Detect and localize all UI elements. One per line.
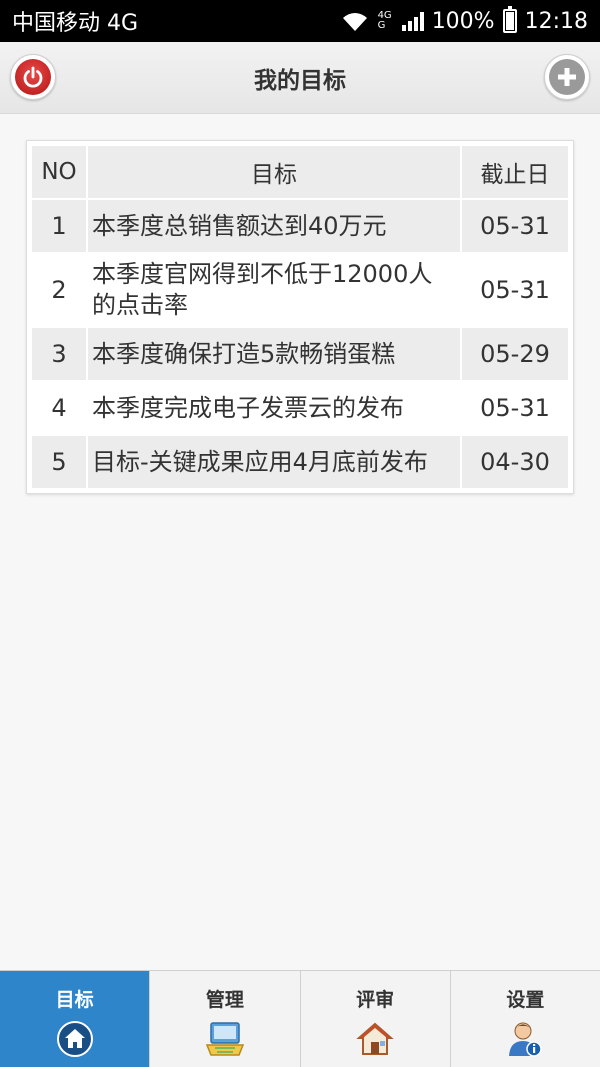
goal-text: 本季度官网得到不低于12000人的点击率 [88,254,460,326]
row-number: 1 [32,200,86,252]
tab-manage[interactable]: 管理 [149,971,299,1067]
table-row[interactable]: 2 本季度官网得到不低于12000人的点击率 05-31 [32,254,568,326]
page-title: 我的目标 [254,67,346,94]
table-row[interactable]: 5 目标-关键成果应用4月底前发布 04-30 [32,436,568,488]
column-header-goal: 目标 [88,146,460,198]
tab-label: 设置 [506,989,545,1011]
battery-icon [502,6,517,33]
power-icon [15,59,51,95]
logout-button[interactable] [10,54,56,100]
battery-percent: 100% [431,8,495,34]
goal-text: 本季度完成电子发票云的发布 [88,382,460,434]
carrier-label: 中国移动 4G [12,11,139,36]
status-bar: 中国移动 4G 4G G 100% 12:18 [0,0,600,42]
tab-settings[interactable]: 设置 [449,971,600,1067]
goals-table: NO 目标 截止日 1 本季度总销售额达到40万元 05-31 2 本季度官网得… [26,140,574,494]
network-type: 4G G [378,11,392,31]
row-number: 4 [32,382,86,434]
goal-text: 本季度总销售额达到40万元 [88,200,460,252]
network-type-bottom: G [377,20,386,31]
row-number: 2 [32,254,86,326]
tab-label: 评审 [356,989,395,1011]
row-number: 3 [32,328,86,380]
deadline-date: 05-31 [462,254,568,326]
goal-text: 目标-关键成果应用4月底前发布 [88,436,460,488]
manage-icon [205,1019,245,1059]
tab-label: 管理 [205,989,244,1011]
deadline-date: 05-31 [462,382,568,434]
add-goal-button[interactable] [544,54,590,100]
clock: 12:18 [524,8,588,34]
tab-review[interactable]: 评审 [299,971,450,1067]
status-icons: 4G G 100% 12:18 [340,6,588,34]
table-row[interactable]: 4 本季度完成电子发票云的发布 05-31 [32,382,568,434]
tab-label: 目标 [55,989,94,1011]
bottom-tab-bar: 目标 管理 评审 设置 [0,970,600,1067]
plus-icon [549,59,585,95]
signal-icon [401,11,424,31]
tab-goals[interactable]: 目标 [0,971,150,1067]
deadline-date: 04-30 [462,436,568,488]
table-row[interactable]: 3 本季度确保打造5款畅销蛋糕 05-29 [32,328,568,380]
review-house-icon [355,1019,395,1059]
column-header-deadline: 截止日 [462,146,568,198]
row-number: 5 [32,436,86,488]
column-header-no: NO [32,146,86,198]
home-icon [55,1019,95,1059]
deadline-date: 05-31 [462,200,568,252]
deadline-date: 05-29 [462,328,568,380]
wifi-icon [342,13,367,31]
user-settings-icon [505,1019,545,1059]
goal-text: 本季度确保打造5款畅销蛋糕 [88,328,460,380]
table-header-row: NO 目标 截止日 [32,146,568,198]
table-row[interactable]: 1 本季度总销售额达到40万元 05-31 [32,200,568,252]
app-header: 我的目标 [0,42,600,114]
